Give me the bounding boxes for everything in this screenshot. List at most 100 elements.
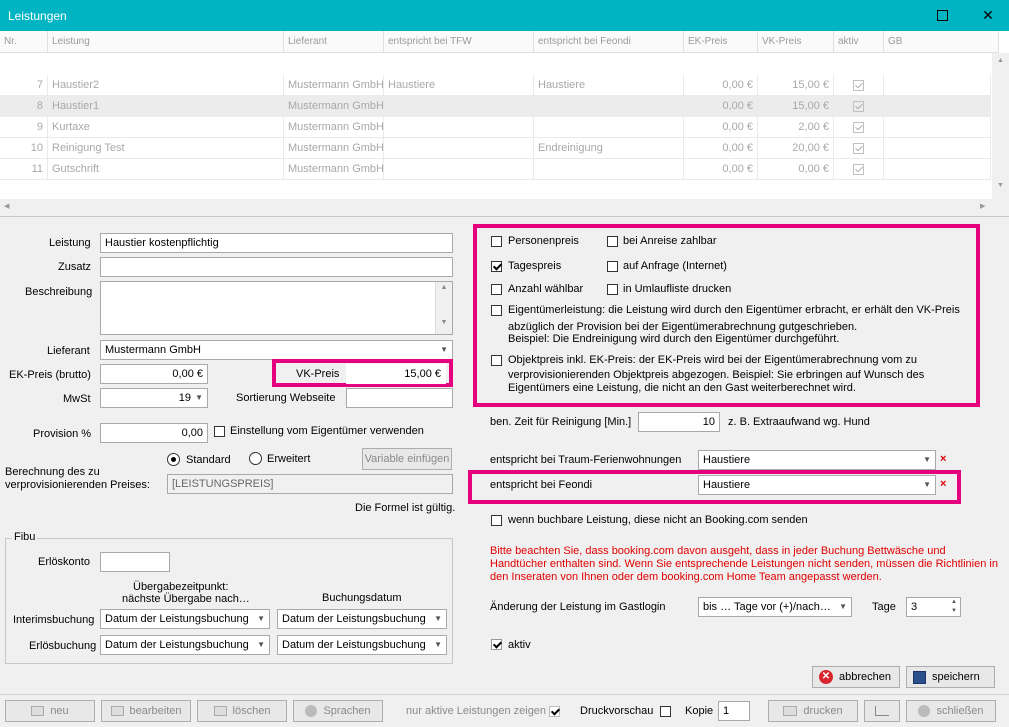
table-cell[interactable] — [384, 138, 534, 159]
table-cell[interactable] — [834, 75, 884, 96]
clear-traum-icon[interactable]: × — [940, 453, 946, 465]
table-cell[interactable]: Gutschrift — [48, 159, 284, 180]
table-cell[interactable] — [384, 159, 534, 180]
table-cell[interactable]: Mustermann GmbH — [284, 75, 384, 96]
loeschen-button[interactable]: löschen — [197, 700, 287, 722]
zusatz-input[interactable] — [100, 257, 453, 277]
table-cell[interactable]: 0,00 € — [684, 75, 758, 96]
table-cell[interactable]: 0,00 € — [684, 159, 758, 180]
personenpreis-checkbox[interactable] — [491, 236, 502, 247]
umlauf-checkbox[interactable] — [607, 284, 618, 295]
nur-aktive-checkbox[interactable] — [549, 706, 560, 717]
table-cell[interactable]: Kurtaxe — [48, 117, 284, 138]
table-cell[interactable] — [884, 96, 991, 117]
table-cell[interactable]: 20,00 € — [758, 138, 834, 159]
column-header[interactable]: Leistung — [48, 31, 284, 53]
aktiv-checkbox[interactable] — [491, 639, 502, 650]
table-cell[interactable] — [884, 159, 991, 180]
table-cell[interactable]: Mustermann GmbH — [284, 138, 384, 159]
bearbeiten-button[interactable]: bearbeiten — [101, 700, 191, 722]
table-cell[interactable]: 15,00 € — [758, 96, 834, 117]
drucken-button[interactable]: drucken — [768, 700, 858, 722]
table-cell[interactable]: Mustermann GmbH — [284, 159, 384, 180]
sortierung-input[interactable] — [346, 388, 453, 408]
standard-radio[interactable] — [167, 453, 180, 466]
table-cell[interactable]: Haustiere — [384, 75, 534, 96]
erloeskonto-input[interactable] — [100, 552, 170, 572]
druckvorschau-checkbox[interactable] — [660, 706, 671, 717]
column-header[interactable]: GB — [884, 31, 999, 53]
ek-preis-input[interactable]: 0,00 € — [100, 364, 208, 384]
table-cell[interactable]: 0,00 € — [758, 159, 834, 180]
provision-input[interactable]: 0,00 — [100, 423, 208, 443]
anzahl-checkbox[interactable] — [491, 284, 502, 295]
column-header[interactable]: EK-Preis — [684, 31, 758, 53]
speichern-button[interactable]: speichern — [906, 666, 995, 688]
table-cell[interactable]: Mustermann GmbH — [284, 117, 384, 138]
eigentuemer-checkbox[interactable] — [491, 305, 502, 316]
table-cell[interactable] — [834, 96, 884, 117]
vertical-scrollbar[interactable]: ▲ ▼ — [992, 53, 1009, 199]
table-cell[interactable]: 0,00 € — [684, 117, 758, 138]
interims-buchungsdatum-select[interactable]: Datum der Leistungsbuchung ▼ — [277, 609, 447, 629]
table-cell[interactable]: 11 — [0, 159, 48, 180]
maximize-icon[interactable] — [919, 0, 965, 31]
table-cell[interactable] — [384, 117, 534, 138]
gastlogin-select[interactable]: bis … Tage vor (+)/nach… ▼ — [698, 597, 852, 617]
mwst-select[interactable]: 19 ▼ — [100, 388, 208, 408]
traum-select[interactable]: Haustiere ▼ — [698, 450, 936, 470]
table-cell[interactable]: Endreinigung — [534, 138, 684, 159]
close-icon[interactable]: ✕ — [965, 0, 1009, 31]
table-cell[interactable]: Reinigung Test — [48, 138, 284, 159]
table-cell[interactable]: 9 — [0, 117, 48, 138]
column-header[interactable]: entspricht bei Feondi — [534, 31, 684, 53]
erloes-uebergabe-select[interactable]: Datum der Leistungsbuchung ▼ — [100, 635, 270, 655]
leistung-input[interactable]: Haustier kostenpflichtig — [100, 233, 453, 253]
erloes-buchungsdatum-select[interactable]: Datum der Leistungsbuchung ▼ — [277, 635, 447, 655]
horizontal-scrollbar[interactable]: ◀ ▶ — [0, 199, 1009, 216]
table-cell[interactable]: 0,00 € — [684, 96, 758, 117]
tagespreis-checkbox[interactable] — [491, 261, 502, 272]
formel-input[interactable]: [LEISTUNGSPREIS] — [167, 474, 453, 494]
table-cell[interactable]: Haustiere — [534, 75, 684, 96]
neu-button[interactable]: neu — [5, 700, 95, 722]
variable-einfuegen-button[interactable]: Variable einfügen — [362, 448, 452, 470]
booking-checkbox[interactable] — [491, 515, 502, 526]
column-header[interactable]: VK-Preis — [758, 31, 834, 53]
erweitert-radio[interactable] — [249, 452, 262, 465]
anfrage-checkbox[interactable] — [607, 261, 618, 272]
table-cell[interactable]: 2,00 € — [758, 117, 834, 138]
table-cell[interactable]: 8 — [0, 96, 48, 117]
table-cell[interactable]: 15,00 € — [758, 75, 834, 96]
schliessen-button[interactable]: schließen — [906, 700, 996, 722]
clear-feondi-icon[interactable]: × — [940, 478, 946, 490]
interims-uebergabe-select[interactable]: Datum der Leistungsbuchung ▼ — [100, 609, 270, 629]
anreise-checkbox[interactable] — [607, 236, 618, 247]
table-cell[interactable]: 7 — [0, 75, 48, 96]
table-cell[interactable] — [534, 159, 684, 180]
table-cell[interactable]: Haustier1 — [48, 96, 284, 117]
column-header[interactable]: entspricht bei TFW — [384, 31, 534, 53]
table-cell[interactable] — [884, 75, 991, 96]
tage-stepper[interactable]: 3 ▲ ▼ — [906, 597, 961, 617]
spinner-icon[interactable]: ▲ ▼ — [951, 598, 957, 616]
table-cell[interactable] — [834, 117, 884, 138]
table-cell[interactable]: 10 — [0, 138, 48, 159]
beschreibung-textarea[interactable] — [100, 281, 453, 335]
table-cell[interactable]: Haustier2 — [48, 75, 284, 96]
column-header[interactable]: Lieferant — [284, 31, 384, 53]
table-cell[interactable] — [884, 138, 991, 159]
column-header[interactable]: Nr. — [0, 31, 48, 53]
table-cell[interactable] — [534, 96, 684, 117]
sprachen-button[interactable]: Sprachen — [293, 700, 383, 722]
table-cell[interactable] — [834, 138, 884, 159]
kopie-input[interactable]: 1 — [718, 701, 750, 721]
table-cell[interactable]: Mustermann GmbH — [284, 96, 384, 117]
export-button[interactable] — [864, 700, 900, 722]
column-header[interactable]: aktiv — [834, 31, 884, 53]
description-scrollbar[interactable]: ▲ ▼ — [435, 282, 452, 334]
einstellung-checkbox[interactable] — [214, 426, 225, 437]
table-cell[interactable] — [384, 96, 534, 117]
reinigung-input[interactable]: 10 — [638, 412, 720, 432]
vk-preis-input[interactable]: 15,00 € — [346, 364, 446, 384]
